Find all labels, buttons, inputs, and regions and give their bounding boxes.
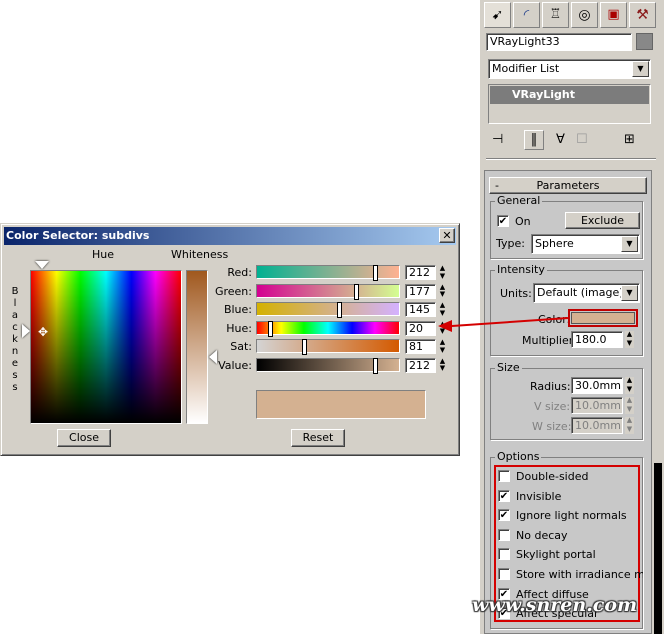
annotation-arrow (438, 317, 569, 332)
watermark: www.snren.com (472, 594, 638, 616)
